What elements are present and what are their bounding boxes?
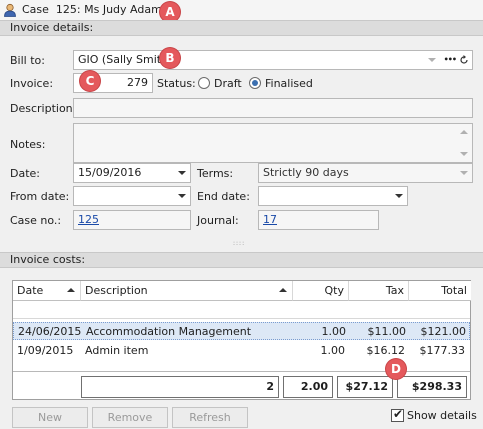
from-date-field[interactable] (73, 186, 191, 206)
bill-to-label: Bill to: (10, 54, 45, 67)
case-no-field: 125 (73, 210, 191, 230)
person-icon (4, 3, 16, 17)
cell-qty: 1.00 (320, 344, 346, 357)
refresh-icon[interactable] (459, 55, 469, 65)
column-header-date-label: Date (17, 284, 44, 297)
column-header-date[interactable]: Date (13, 281, 81, 301)
window-title-bar: Case 125: Ms Judy Adams (0, 0, 483, 20)
refresh-button[interactable]: Refresh (172, 407, 248, 428)
cell-total: $177.33 (419, 344, 466, 357)
date-field[interactable]: 15/09/2016 (73, 163, 191, 183)
cell-tax: $11.00 (367, 325, 407, 338)
sort-ascending-icon (279, 288, 287, 292)
column-header-total[interactable]: Total (409, 281, 471, 301)
chevron-down-icon (428, 58, 436, 62)
show-details-checkbox[interactable]: ✔ (391, 407, 404, 422)
terms-value: Strictly 90 days (263, 166, 349, 179)
notes-field[interactable] (73, 123, 473, 163)
sort-ascending-icon (67, 288, 75, 292)
callout-b: B (160, 48, 180, 68)
column-header-description-label: Description (85, 284, 148, 297)
bill-to-value: GIO (Sally Smith) (78, 53, 173, 66)
total-qty: 2.00 (283, 376, 333, 398)
invoice-costs-header: Invoice costs: (0, 252, 483, 268)
more-options-button[interactable]: ••• (444, 51, 457, 69)
description-label: Description: (10, 102, 77, 115)
callout-d: D (386, 359, 406, 379)
terms-label: Terms: (197, 167, 234, 180)
chevron-down-icon[interactable] (178, 171, 186, 175)
end-date-field[interactable] (258, 186, 408, 206)
show-details-label[interactable]: Show details (407, 409, 477, 423)
callout-c: C (80, 71, 100, 91)
cell-date: 24/06/2015 (18, 325, 82, 338)
column-header-qty[interactable]: Qty (293, 281, 349, 301)
cell-description: Admin item (85, 344, 149, 357)
description-field[interactable] (73, 98, 473, 118)
end-date-label: End date: (197, 190, 250, 203)
terms-field[interactable]: Strictly 90 days (258, 163, 473, 183)
cell-date: 1/09/2015 (17, 344, 74, 357)
bill-to-field[interactable]: GIO (Sally Smith) ••• (73, 50, 473, 70)
notes-label: Notes: (10, 138, 46, 151)
date-value: 15/09/2016 (78, 166, 142, 179)
date-label: Date: (10, 167, 40, 180)
cell-qty: 1.00 (321, 325, 347, 338)
scroll-up-icon[interactable] (460, 130, 468, 134)
chevron-down-icon[interactable] (178, 194, 186, 198)
status-draft-radio[interactable] (198, 77, 210, 89)
status-label: Status: (157, 77, 196, 90)
journal-label: Journal: (197, 214, 239, 227)
total-amount: $298.33 (397, 376, 467, 398)
remove-button[interactable]: Remove (92, 407, 168, 428)
case-no-label: Case no.: (10, 214, 62, 227)
chevron-down-icon[interactable] (460, 171, 468, 175)
column-header-tax[interactable]: Tax (349, 281, 409, 301)
panel-splitter[interactable]: :::: (233, 241, 249, 247)
window-title-detail: 125: Ms Judy Adams (55, 3, 168, 16)
from-date-label: From date: (10, 190, 70, 203)
invoice-details-panel: Bill to: GIO (Sally Smith) ••• Invoice: … (0, 37, 483, 243)
window-title-case: Case (22, 3, 49, 16)
status-draft-label: Draft (214, 77, 242, 90)
chevron-down-icon[interactable] (395, 194, 403, 198)
journal-link[interactable]: 17 (263, 213, 277, 226)
table-row[interactable]: 24/06/2015 Accommodation Management 1.00… (13, 322, 470, 340)
status-finalised-label: Finalised (265, 77, 313, 90)
total-count: 2 (81, 376, 279, 398)
column-header-description[interactable]: Description (81, 281, 293, 301)
cell-tax: $16.12 (366, 344, 406, 357)
filter-row[interactable] (13, 301, 470, 319)
case-no-link[interactable]: 125 (78, 213, 99, 226)
total-tax: $27.12 (337, 376, 393, 398)
window-title: Case 125: Ms Judy Adams (22, 3, 168, 16)
journal-field: 17 (258, 210, 379, 230)
cell-total: $121.00 (420, 325, 467, 338)
new-button[interactable]: New (12, 407, 88, 428)
invoice-details-header: Invoice details: (0, 20, 483, 36)
cell-description: Accommodation Management (86, 325, 252, 338)
status-finalised-radio[interactable] (249, 77, 261, 89)
callout-a: A (160, 2, 180, 22)
table-row[interactable]: 1/09/2015 Admin item 1.00 $16.12 $177.33 (13, 342, 470, 360)
invoice-label: Invoice: (10, 77, 54, 90)
check-icon: ✔ (393, 407, 404, 421)
scroll-down-icon[interactable] (460, 152, 468, 156)
